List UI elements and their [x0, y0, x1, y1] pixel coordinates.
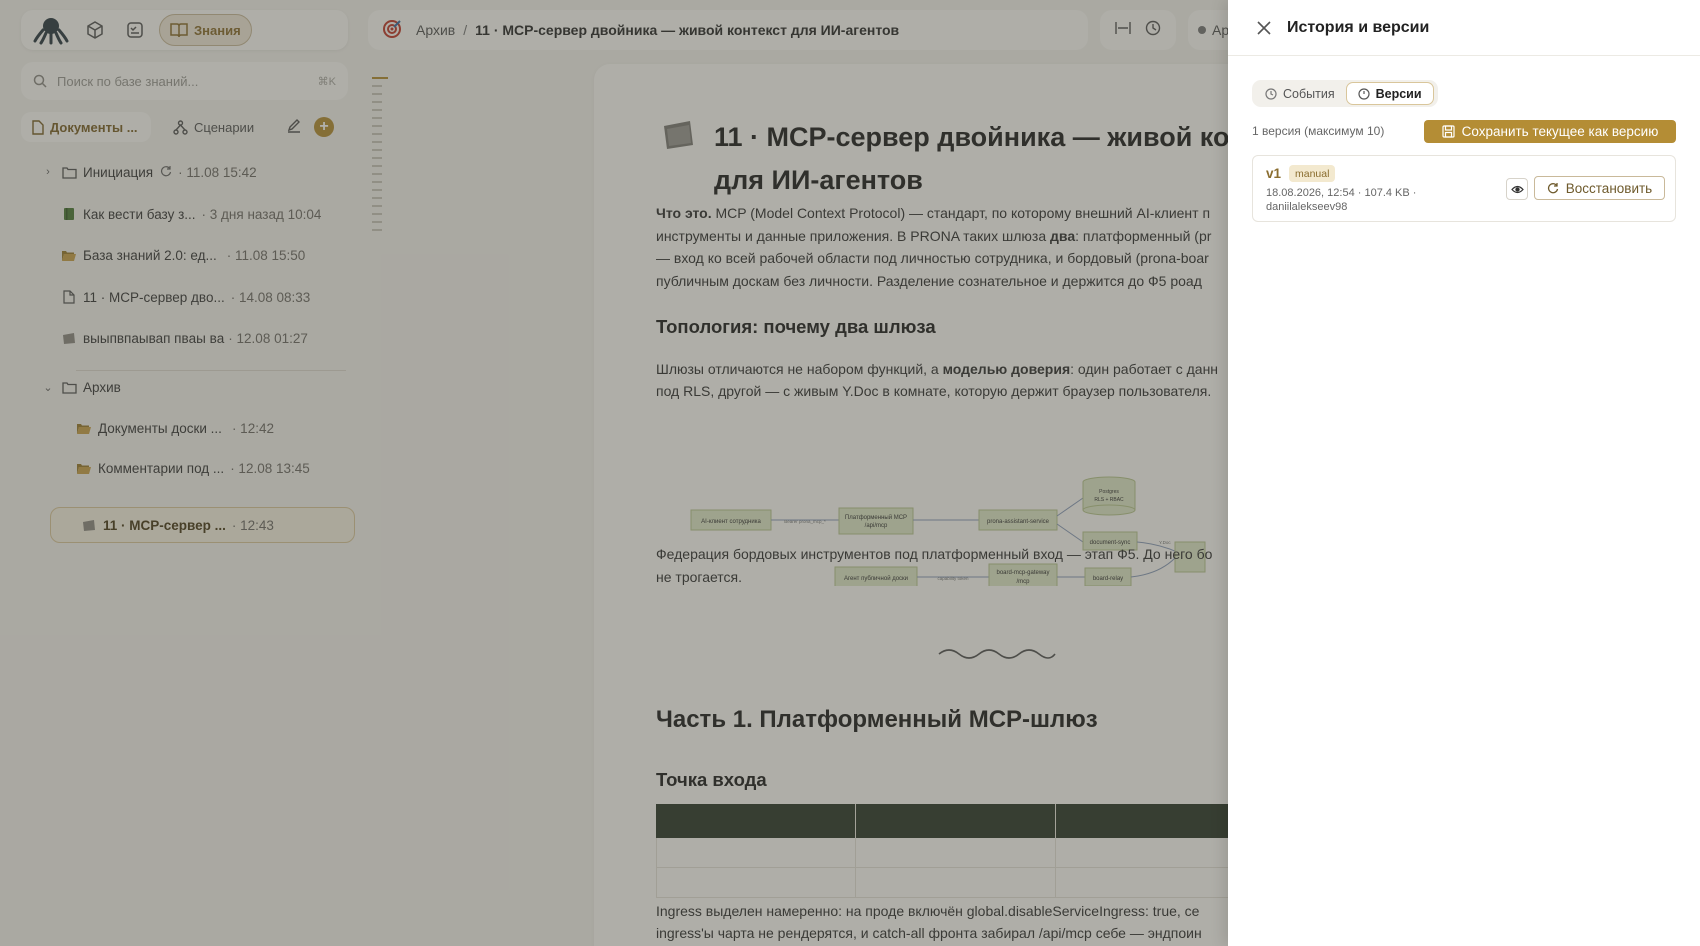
history-tabs: События Версии — [1252, 80, 1438, 107]
panel-header: История и версии — [1228, 0, 1700, 56]
version-card[interactable]: v1 manual 18.08.2026, 12:54 · 107.4 KB ·… — [1252, 155, 1676, 222]
version-count: 1 версия (максимум 10) — [1252, 124, 1385, 138]
save-version-button[interactable]: Сохранить текущее как версию — [1424, 120, 1676, 143]
save-icon — [1442, 125, 1455, 138]
tab-events-label: События — [1283, 86, 1335, 101]
version-badge: manual — [1289, 165, 1336, 182]
tab-events[interactable]: События — [1254, 82, 1346, 105]
restore-icon — [1547, 183, 1558, 194]
clock-icon — [1358, 87, 1370, 100]
tab-versions[interactable]: Версии — [1345, 82, 1434, 105]
close-icon[interactable] — [1255, 19, 1273, 37]
restore-version-button[interactable]: Восстановить — [1534, 176, 1665, 200]
panel-title: История и версии — [1287, 18, 1430, 36]
tab-versions-label: Версии — [1375, 86, 1422, 101]
restore-label: Восстановить — [1565, 180, 1653, 196]
modal-backdrop[interactable] — [0, 0, 1228, 946]
version-author: daniilalekseev98 — [1266, 201, 1348, 213]
save-version-label: Сохранить текущее как версию — [1461, 124, 1659, 139]
history-icon — [1265, 87, 1277, 100]
version-meta-line: 18.08.2026, 12:54 · 107.4 KB · — [1266, 187, 1417, 199]
version-name: v1 — [1266, 166, 1282, 181]
version-meta: 18.08.2026, 12:54 · 107.4 KB · daniilale… — [1266, 186, 1416, 214]
history-panel: История и версии События Версии 1 версия… — [1228, 0, 1700, 946]
preview-eye-icon[interactable] — [1506, 178, 1528, 200]
